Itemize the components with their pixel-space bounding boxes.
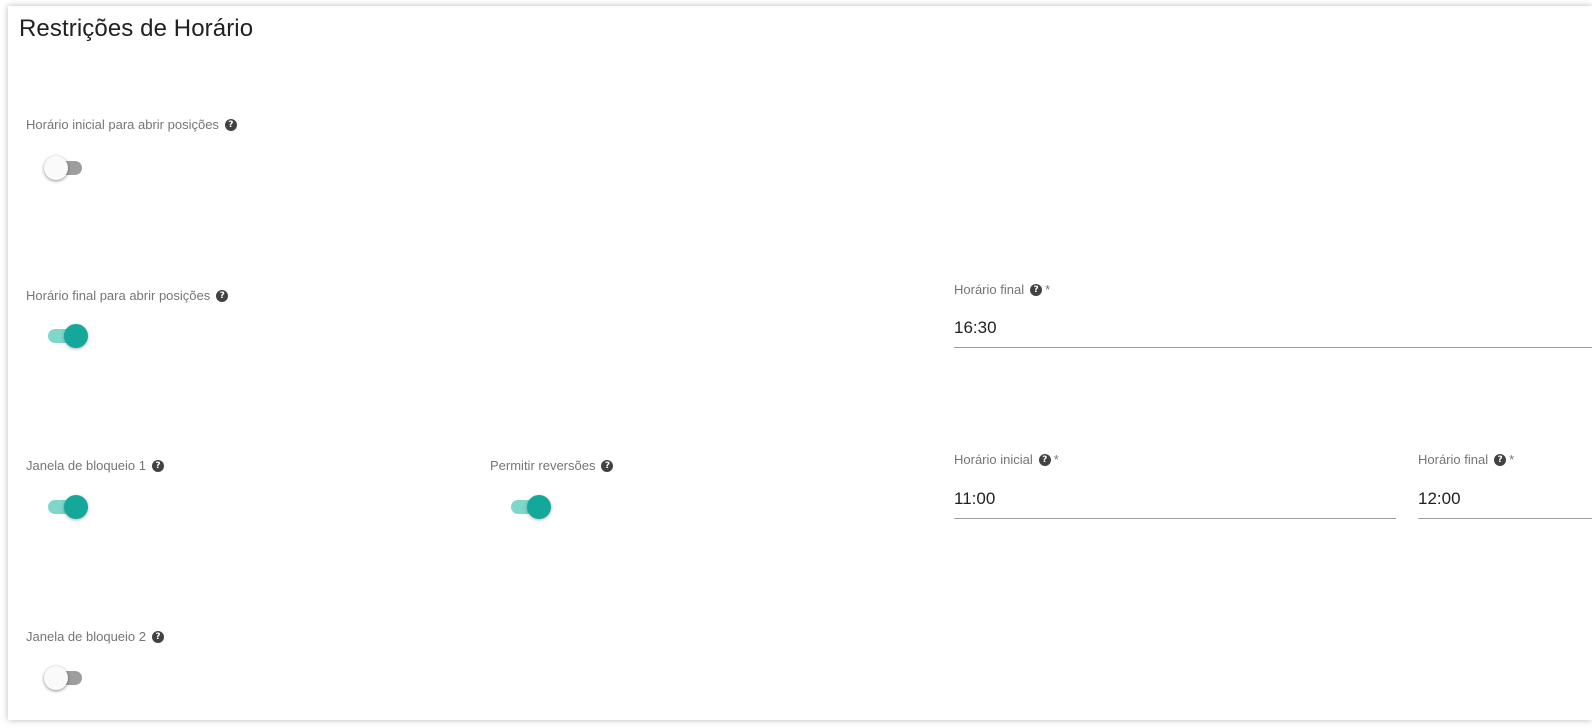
block-window-1-end-input[interactable] <box>1418 480 1592 519</box>
toggle-thumb <box>44 666 68 690</box>
block-window-1-label: Janela de bloqueio 1 <box>26 458 146 473</box>
final-time-field-label-group: Horário final ? * <box>954 282 1050 297</box>
help-icon[interactable]: ? <box>1030 283 1043 296</box>
block-window-1-end-label: Horário final <box>1418 452 1489 467</box>
help-icon[interactable]: ? <box>152 459 164 472</box>
block-window-1-label-group: Janela de bloqueio 1 ? <box>26 458 164 473</box>
block-window-2-toggle[interactable] <box>44 664 88 692</box>
block-window-1-end-label-group: Horário final ? * <box>1418 452 1514 467</box>
allow-reversals-toggle[interactable] <box>507 493 551 521</box>
final-time-input[interactable] <box>954 309 1592 348</box>
block-window-1-start-label: Horário inicial <box>954 452 1033 467</box>
allow-reversals-label-group: Permitir reversões ? <box>490 458 614 473</box>
final-time-label-group: Horário final para abrir posições ? <box>26 288 229 303</box>
toggle-thumb <box>44 156 68 180</box>
final-time-label: Horário final para abrir posições <box>26 288 211 303</box>
help-icon[interactable]: ? <box>1038 453 1051 466</box>
toggle-thumb <box>527 495 551 519</box>
required-marker: * <box>1053 452 1059 467</box>
help-icon[interactable]: ? <box>601 459 614 472</box>
toggle-thumb <box>64 495 88 519</box>
block-window-1-start-input[interactable] <box>954 480 1396 519</box>
block-window-1-toggle[interactable] <box>44 493 88 521</box>
final-time-field-label: Horário final <box>954 282 1025 297</box>
help-icon[interactable]: ? <box>216 289 229 302</box>
help-icon[interactable]: ? <box>1494 453 1507 466</box>
block-window-1-start-label-group: Horário inicial ? * <box>954 452 1059 467</box>
time-restrictions-panel: Restrições de Horário Horário inicial pa… <box>8 6 1592 720</box>
initial-time-toggle[interactable] <box>44 154 88 182</box>
initial-time-label: Horário inicial para abrir posições <box>26 117 219 132</box>
toggle-thumb <box>64 324 88 348</box>
block-window-2-label-group: Janela de bloqueio 2 ? <box>26 629 164 644</box>
allow-reversals-label: Permitir reversões <box>490 458 596 473</box>
initial-time-label-group: Horário inicial para abrir posições ? <box>26 117 237 132</box>
required-marker: * <box>1045 282 1051 297</box>
required-marker: * <box>1509 452 1515 467</box>
help-icon[interactable]: ? <box>224 118 237 131</box>
section-title: Restrições de Horário <box>19 15 254 42</box>
block-window-2-label: Janela de bloqueio 2 <box>26 629 146 644</box>
final-time-toggle[interactable] <box>44 322 88 350</box>
help-icon[interactable]: ? <box>152 630 164 643</box>
